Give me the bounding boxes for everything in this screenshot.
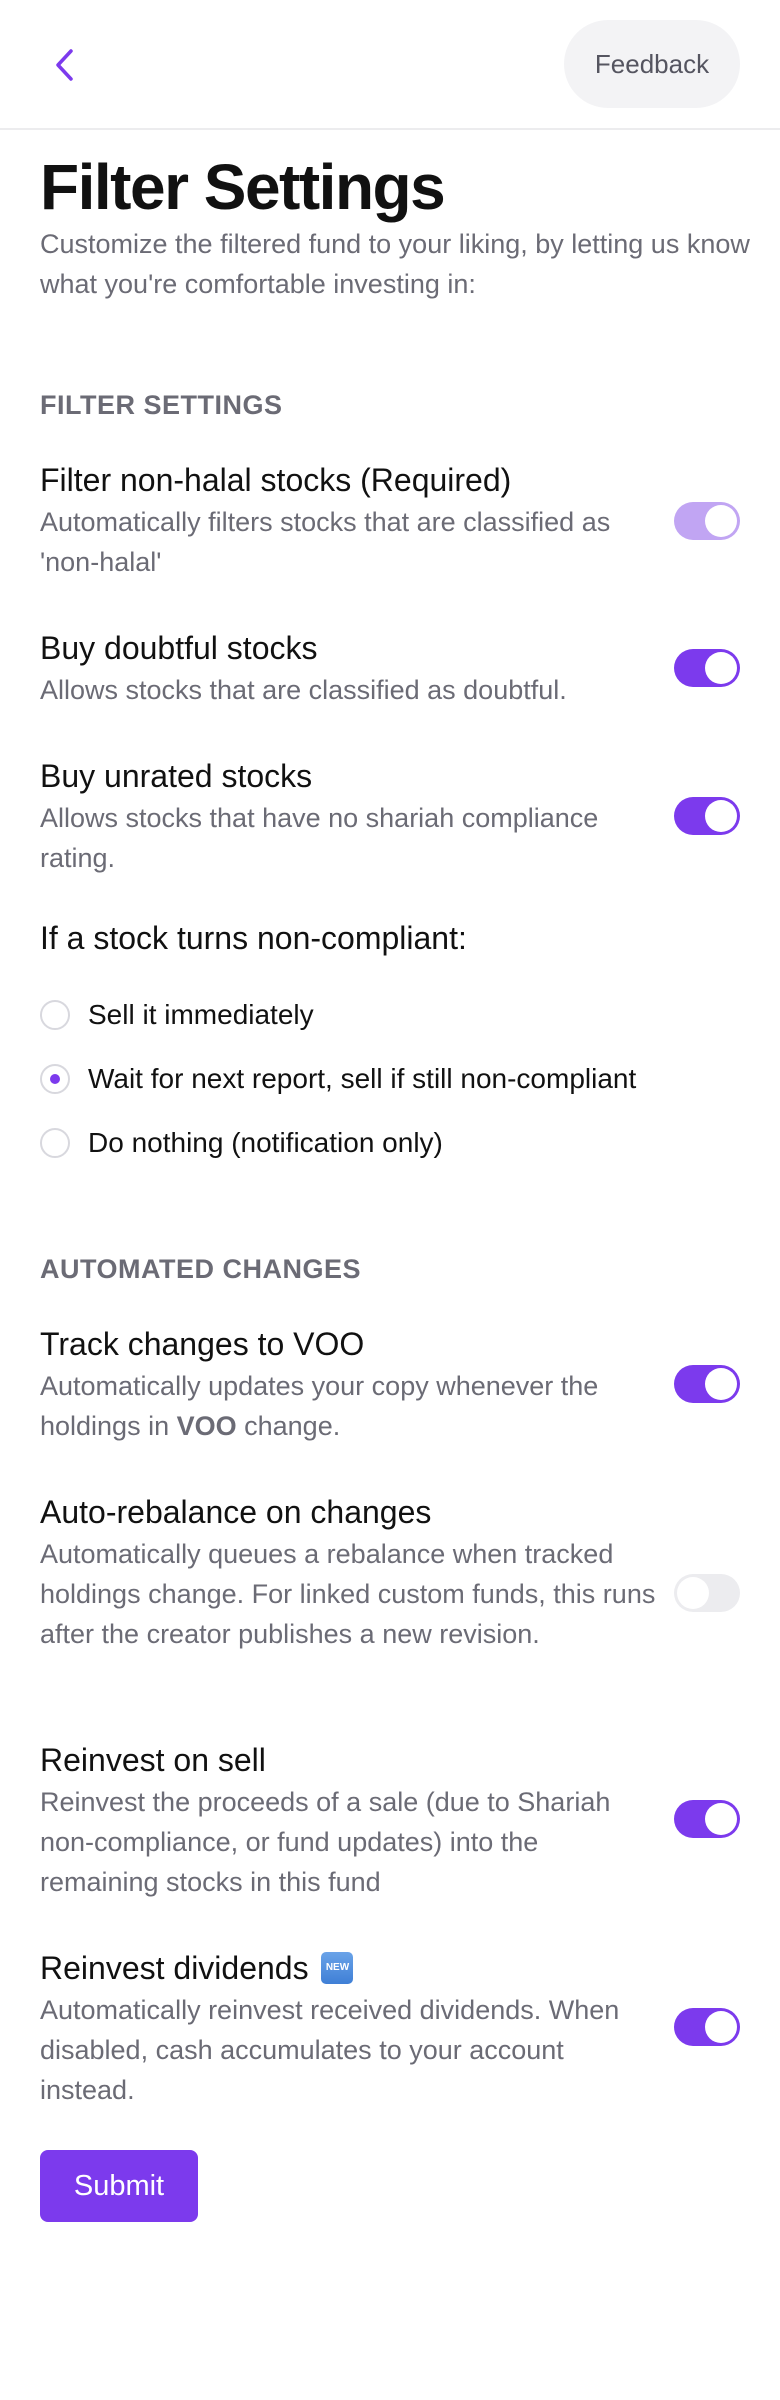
fund-ticker: VOO (176, 1411, 237, 1441)
filter-settings-page: Feedback Filter Settings Customize the f… (0, 0, 780, 2400)
top-bar: Feedback (0, 0, 780, 130)
reinvest-dividends-toggle[interactable] (674, 2008, 740, 2046)
setting-title: Reinvest dividends NEW (40, 1946, 740, 1990)
radio-option-do-nothing[interactable]: Do nothing (notification only) (40, 1127, 443, 1159)
setting-description: Automatically updates your copy whenever… (40, 1371, 599, 1441)
feedback-button[interactable]: Feedback (564, 20, 740, 108)
toggle-knob (705, 652, 737, 684)
setting-reinvest-on-sell: Reinvest on sell Reinvest the proceeds o… (40, 1738, 740, 1902)
setting-title: Filter non-halal stocks (Required) (40, 462, 512, 498)
setting-filter-non-halal: Filter non-halal stocks (Required) Autom… (40, 458, 740, 582)
buy-unrated-toggle[interactable] (674, 797, 740, 835)
setting-title: Buy doubtful stocks (40, 630, 318, 666)
filter-non-halal-toggle[interactable] (674, 502, 740, 540)
toggle-knob (705, 505, 737, 537)
non-compliant-question: If a stock turns non-compliant: (40, 920, 467, 956)
chevron-left-icon (56, 49, 73, 81)
radio-option-wait-next-report[interactable]: Wait for next report, sell if still non-… (40, 1063, 636, 1095)
setting-description: Automatically filters stocks that are cl… (40, 507, 611, 577)
toggle-knob (705, 1803, 737, 1835)
setting-description: Allows stocks that have no shariah compl… (40, 803, 599, 873)
toggle-knob (705, 800, 737, 832)
reinvest-on-sell-toggle[interactable] (674, 1800, 740, 1838)
setting-description: Reinvest the proceeds of a sale (due to … (40, 1787, 611, 1897)
radio-label: Do nothing (notification only) (88, 1127, 443, 1158)
toggle-knob (705, 1368, 737, 1400)
setting-title: Track changes to VOO (40, 1326, 365, 1362)
page-subtitle: Customize the filtered fund to your liki… (40, 229, 750, 299)
setting-title: Buy unrated stocks (40, 758, 313, 794)
radio-label: Wait for next report, sell if still non-… (88, 1063, 637, 1094)
setting-description: Automatically reinvest received dividend… (40, 1995, 620, 2105)
radio-option-sell-immediately[interactable]: Sell it immediately (40, 999, 314, 1031)
back-button[interactable] (40, 40, 90, 90)
automated-changes-heading: AUTOMATED CHANGES (40, 1254, 362, 1284)
filter-settings-heading: FILTER SETTINGS (40, 390, 283, 420)
auto-rebalance-toggle[interactable] (674, 1574, 740, 1612)
radio-button[interactable] (40, 1064, 70, 1094)
setting-reinvest-dividends: Reinvest dividends NEW Automatically rei… (40, 1946, 740, 2110)
radio-button[interactable] (40, 1128, 70, 1158)
radio-button[interactable] (40, 1000, 70, 1030)
toggle-knob (677, 1577, 709, 1609)
setting-description: Allows stocks that are classified as dou… (40, 675, 567, 705)
setting-auto-rebalance: Auto-rebalance on changes Automatically … (40, 1490, 740, 1654)
setting-title: Auto-rebalance on changes (40, 1494, 432, 1530)
setting-description: Automatically queues a rebalance when tr… (40, 1539, 656, 1649)
setting-buy-unrated: Buy unrated stocks Allows stocks that ha… (40, 754, 740, 878)
toggle-knob (705, 2011, 737, 2043)
page-title: Filter Settings (40, 151, 446, 223)
setting-buy-doubtful: Buy doubtful stocks Allows stocks that a… (40, 626, 740, 710)
submit-button[interactable]: Submit (40, 2150, 198, 2222)
new-icon: NEW (321, 1951, 354, 1984)
track-changes-voo-toggle[interactable] (674, 1365, 740, 1403)
radio-label: Sell it immediately (88, 999, 314, 1030)
buy-doubtful-toggle[interactable] (674, 649, 740, 687)
setting-track-changes-voo: Track changes to VOO Automatically updat… (40, 1322, 740, 1446)
radio-selected-dot (50, 1074, 60, 1084)
setting-title: Reinvest on sell (40, 1742, 266, 1778)
